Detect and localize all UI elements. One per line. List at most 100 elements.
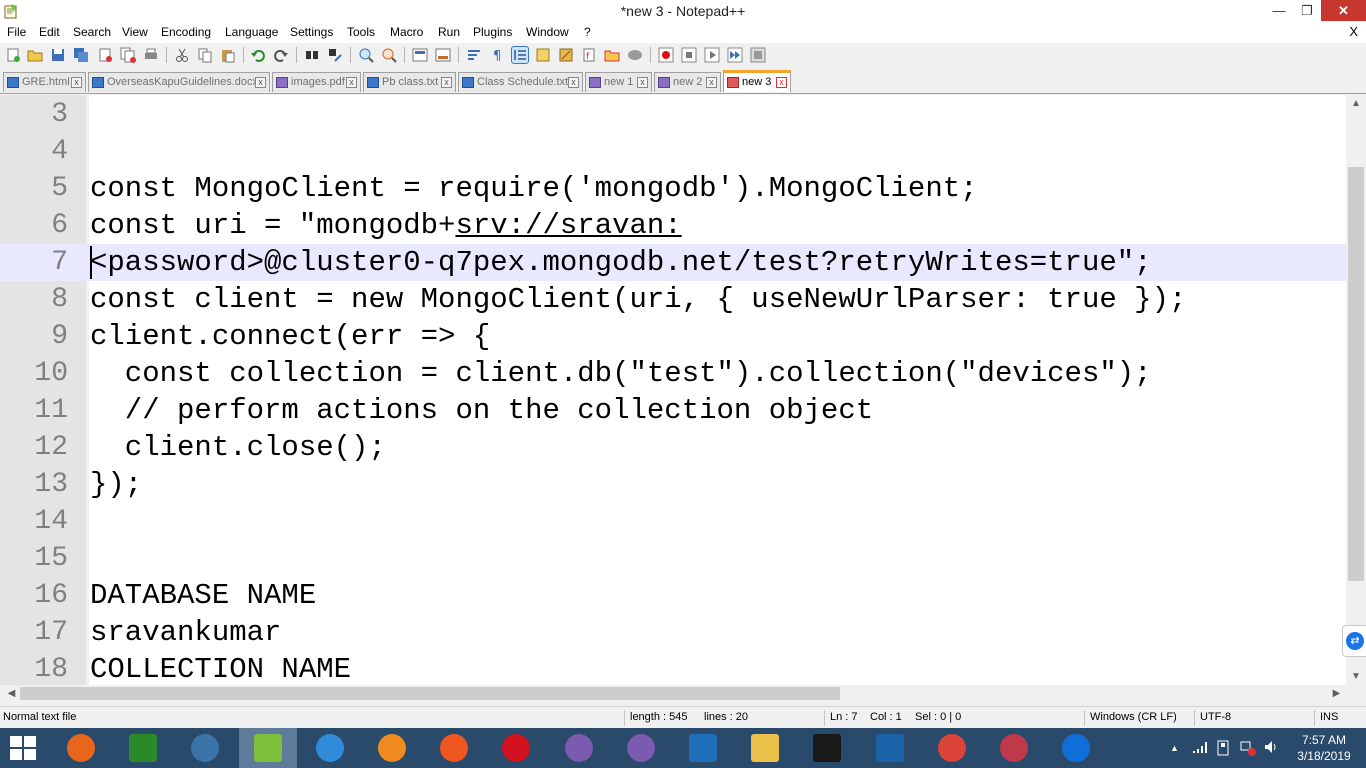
taskbar-app-button[interactable] [363, 728, 421, 768]
function-list-icon[interactable]: f [581, 47, 597, 63]
horizontal-scroll-thumb[interactable] [20, 687, 840, 700]
menu-encoding[interactable]: Encoding [161, 25, 211, 39]
wifi-signal-icon[interactable] [1192, 740, 1208, 754]
find-icon[interactable] [304, 47, 320, 63]
menu-file[interactable]: File [7, 25, 26, 39]
print-icon[interactable] [143, 47, 159, 63]
redo-icon[interactable] [273, 47, 289, 63]
minimize-button[interactable]: — [1265, 0, 1293, 21]
menu-view[interactable]: View [122, 25, 148, 39]
save-icon[interactable] [50, 47, 66, 63]
sync-horizontal-icon[interactable] [435, 47, 451, 63]
scroll-right-icon[interactable]: ▶ [1328, 685, 1345, 702]
taskbar-app-button[interactable] [301, 728, 359, 768]
taskbar-app-button[interactable] [114, 728, 172, 768]
menu-settings[interactable]: Settings [290, 25, 333, 39]
taskbar-app-button[interactable] [239, 728, 297, 768]
play-macro-icon[interactable] [704, 47, 720, 63]
tab-close-icon[interactable]: x [441, 77, 452, 88]
volume-icon[interactable] [1264, 740, 1278, 754]
taskbar-app-button[interactable] [487, 728, 545, 768]
tab-close-icon[interactable]: x [776, 77, 787, 88]
close-all-icon[interactable] [120, 47, 136, 63]
zoom-out-icon[interactable] [381, 47, 397, 63]
tab-close-icon[interactable]: x [71, 77, 82, 88]
copy-icon[interactable] [197, 47, 213, 63]
tab-overseaskapuguidelines-docx[interactable]: OverseasKapuGuidelines.docx x [88, 72, 270, 92]
menu-tools[interactable]: Tools [347, 25, 375, 39]
open-file-icon[interactable] [27, 47, 43, 63]
scroll-down-icon[interactable]: ▼ [1346, 668, 1366, 685]
menu-window[interactable]: Window [526, 25, 569, 39]
close-file-icon[interactable] [97, 47, 113, 63]
menu-run[interactable]: Run [438, 25, 460, 39]
save-macro-icon[interactable] [750, 47, 766, 63]
taskbar-app-button[interactable] [736, 728, 794, 768]
menu-language[interactable]: Language [225, 25, 278, 39]
tab-close-icon[interactable]: x [346, 77, 357, 88]
teamviewer-panel-tab[interactable]: ⇄ [1342, 625, 1366, 657]
tab-pb-class-txt[interactable]: Pb class.txt x [363, 72, 456, 92]
taskbar-app-button[interactable] [985, 728, 1043, 768]
tab-class-schedule-txt[interactable]: Class Schedule.txt x [458, 72, 583, 92]
run-macro-multiple-icon[interactable] [727, 47, 743, 63]
maximize-button[interactable]: ❐ [1293, 0, 1321, 21]
close-document-button[interactable]: X [1349, 24, 1358, 39]
status-encoding[interactable]: UTF-8 [1200, 711, 1231, 723]
horizontal-scrollbar[interactable]: ◀ ▶ [0, 685, 1366, 702]
close-button[interactable]: ✕ [1321, 0, 1366, 21]
tab-images-pdf[interactable]: images.pdf x [272, 72, 361, 92]
device-icon[interactable] [1216, 740, 1230, 756]
stop-macro-icon[interactable] [681, 47, 697, 63]
user-language-icon[interactable] [535, 47, 551, 63]
tab-close-icon[interactable]: x [706, 77, 717, 88]
taskbar-app-button[interactable] [612, 728, 670, 768]
record-macro-icon[interactable] [658, 47, 674, 63]
url-link[interactable]: srv://sravan: [455, 209, 681, 242]
taskbar-app-button[interactable] [1047, 728, 1105, 768]
tab-close-icon[interactable]: x [568, 77, 579, 88]
tray-overflow-icon[interactable]: ▲ [1170, 743, 1179, 753]
vertical-scroll-thumb[interactable] [1348, 167, 1364, 581]
document-map-icon[interactable] [558, 47, 574, 63]
tab-new-2[interactable]: new 2x [654, 72, 721, 92]
zoom-in-icon[interactable] [358, 47, 374, 63]
menu-help[interactable]: ? [584, 25, 591, 39]
sync-vertical-icon[interactable] [412, 47, 428, 63]
word-wrap-icon[interactable] [466, 47, 482, 63]
taskbar-app-button[interactable] [861, 728, 919, 768]
scroll-up-icon[interactable]: ▲ [1346, 95, 1366, 112]
taskbar-app-button[interactable] [52, 728, 110, 768]
indent-guide-icon[interactable] [511, 46, 529, 64]
tab-gre-html[interactable]: GRE.html x [3, 72, 86, 92]
new-file-icon[interactable] [5, 47, 21, 63]
network-error-icon[interactable] [1240, 740, 1256, 756]
tab-close-icon[interactable]: x [255, 77, 266, 88]
folder-workspace-icon[interactable] [604, 47, 620, 63]
menu-search[interactable]: Search [73, 25, 111, 39]
menu-plugins[interactable]: Plugins [473, 25, 512, 39]
monitoring-icon[interactable] [627, 47, 643, 63]
windows-start-icon[interactable] [10, 736, 36, 760]
show-all-characters-icon[interactable]: ¶ [489, 47, 505, 63]
scroll-left-icon[interactable]: ◀ [3, 685, 20, 702]
menu-macro[interactable]: Macro [390, 25, 423, 39]
cut-icon[interactable] [174, 47, 190, 63]
tab-new-3[interactable]: new 3 x [723, 70, 791, 92]
taskbar-app-button[interactable] [798, 728, 856, 768]
status-insert-mode[interactable]: INS [1320, 711, 1338, 723]
save-all-icon[interactable] [73, 47, 89, 63]
find-replace-icon[interactable] [327, 47, 343, 63]
taskbar-app-button[interactable] [425, 728, 483, 768]
taskbar-app-button[interactable] [923, 728, 981, 768]
vertical-scrollbar[interactable]: ▲ ▼ [1346, 95, 1366, 685]
status-eol[interactable]: Windows (CR LF) [1090, 711, 1177, 723]
paste-icon[interactable] [220, 47, 236, 63]
undo-icon[interactable] [250, 47, 266, 63]
tab-close-icon[interactable]: x [637, 77, 648, 88]
tab-new-1[interactable]: new 1x [585, 72, 652, 92]
menu-edit[interactable]: Edit [39, 25, 60, 39]
taskbar-app-button[interactable] [176, 728, 234, 768]
editor-area[interactable]: 3 4 5 const MongoClient = require('mongod… [0, 95, 1366, 685]
taskbar-app-button[interactable] [550, 728, 608, 768]
